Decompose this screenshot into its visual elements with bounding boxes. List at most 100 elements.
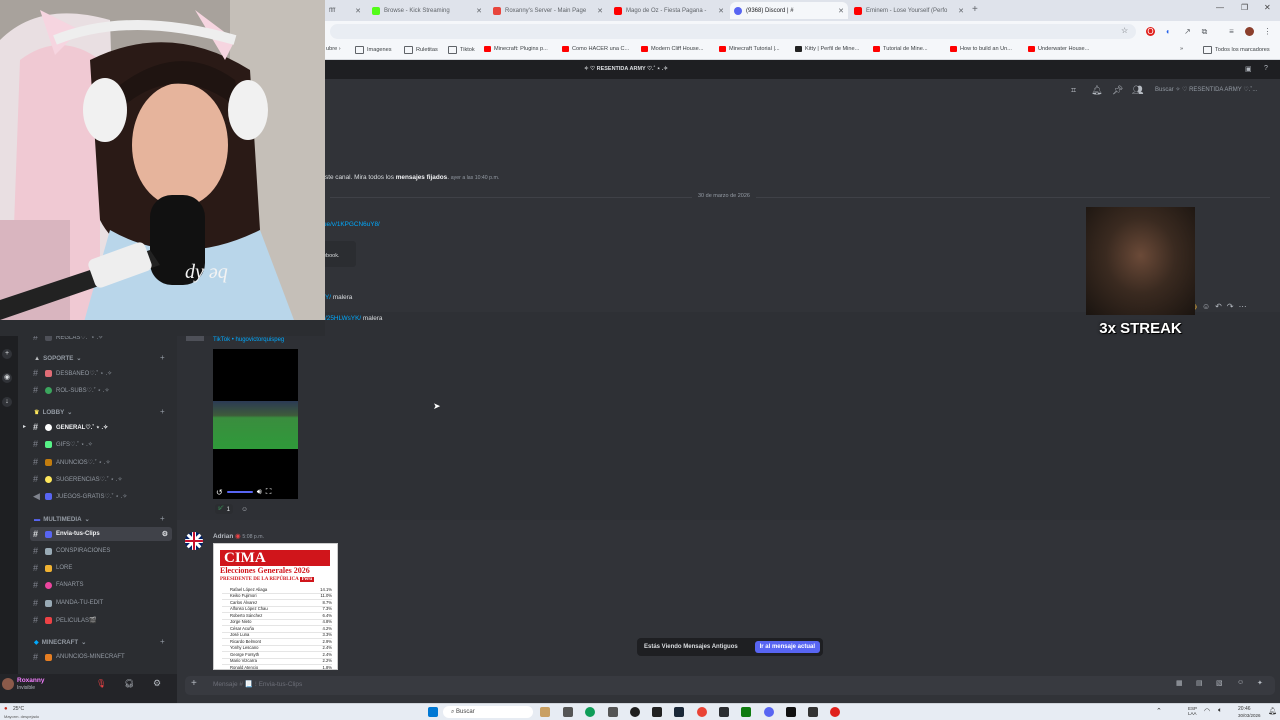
capcut-icon[interactable] (652, 707, 662, 717)
clock-date[interactable]: 30/03/2026 (1238, 713, 1261, 718)
notifications-icon[interactable]: 🔔︎ (1268, 707, 1277, 715)
profile-avatar[interactable] (1245, 27, 1254, 36)
minimize-icon[interactable]: — (1216, 3, 1224, 12)
forward-icon[interactable]: ↷ (1227, 302, 1234, 315)
capcut-icon[interactable] (786, 707, 796, 717)
help-icon[interactable]: ? (1264, 65, 1268, 72)
app-icon[interactable] (808, 707, 818, 717)
obs-icon[interactable] (630, 707, 640, 717)
add-channel-icon[interactable]: + (160, 637, 165, 646)
threads-icon[interactable]: ⌗ (1071, 85, 1076, 96)
pin-icon[interactable]: 📌︎ (1112, 85, 1123, 96)
close-icon[interactable]: ✕ (476, 7, 482, 15)
tab-roxanny-server[interactable]: Roxanny's Server - Main Page ✕ (489, 2, 607, 19)
reaction-pill[interactable]: ✅︎ 1 (215, 504, 234, 514)
message-composer[interactable] (185, 676, 1275, 695)
audio-extension-icon[interactable]: ◖ (1163, 27, 1172, 36)
channel-rol-subs[interactable]: # ROL-SUBS♡.˚ ⋆ .✧ (30, 383, 172, 397)
extensions-icon[interactable]: ⧉ (1200, 27, 1209, 36)
gif-icon[interactable]: ▤ (1196, 679, 1203, 687)
tab-youtube-eminem[interactable]: Eminem - Lose Yourself (Perfo ✕ (850, 2, 968, 19)
mic-muted-icon[interactable]: 🎙︎ (96, 679, 106, 688)
add-reaction-icon[interactable]: ☺ (1202, 302, 1210, 315)
channel-general[interactable]: # GENERAL♡.˚ ⋆ .✧ (30, 420, 172, 434)
bookmark-folder[interactable]: Imagenes (355, 46, 392, 54)
inbox-icon[interactable]: ▣ (1245, 65, 1252, 73)
bookmarks-overflow-icon[interactable]: » (1180, 46, 1183, 52)
invite-settings-icon[interactable]: ⚙ (162, 530, 168, 538)
bookmark-youtube[interactable]: Underwater House... (1028, 46, 1089, 52)
browser-menu-icon[interactable]: ⋮ (1263, 27, 1272, 36)
category-soporte[interactable]: ▲ SOPORTE ⌄ (34, 355, 82, 362)
hovered-message[interactable] (177, 312, 1280, 520)
user-settings-icon[interactable]: ⚙ (153, 678, 161, 689)
category-minecraft[interactable]: ◆ MINECRAFT ⌄ (34, 639, 86, 646)
tray-overflow-icon[interactable]: ⌃ (1156, 707, 1162, 715)
all-bookmarks[interactable]: Todos los marcadores (1203, 46, 1270, 54)
bookmark-youtube[interactable]: Tutorial de Mine... (873, 46, 928, 52)
download-apps-icon[interactable]: ↓ (2, 397, 12, 407)
weather-icon[interactable]: ● (4, 706, 8, 712)
tab-discord[interactable]: (9368) Discord | # ✕ (730, 2, 848, 19)
bookmark-youtube[interactable]: Como HACER una C... (562, 46, 629, 52)
channel-desbaneo[interactable]: # DESBANEO♡.˚ ⋆ .✧ (30, 366, 172, 380)
add-channel-icon[interactable]: + (160, 353, 165, 362)
downloads-icon[interactable]: ≡ (1227, 27, 1236, 36)
channel-fanarts[interactable]: # FANARTS (30, 578, 172, 592)
window-close-icon[interactable]: ✕ (1264, 3, 1271, 12)
opera-icon[interactable] (830, 707, 840, 717)
discover-icon[interactable]: ◉ (2, 373, 12, 383)
category-lobby[interactable]: ♛ LOBBY ⌄ (34, 409, 72, 416)
apps-icon[interactable]: ✦ (1257, 679, 1263, 687)
xbox-icon[interactable] (741, 707, 751, 717)
bookmark-youtube[interactable]: Modern Cliff House... (641, 46, 703, 52)
channel-anuncios-minecraft[interactable]: # ANUNCIOS-MINECRAFT (30, 650, 172, 664)
reply-icon[interactable]: ↶ (1215, 302, 1222, 315)
add-channel-icon[interactable]: + (160, 407, 165, 416)
new-tab-button[interactable]: + (972, 4, 978, 15)
close-icon[interactable]: ✕ (718, 7, 724, 15)
username[interactable]: Adrian (213, 533, 233, 540)
add-channel-icon[interactable]: + (160, 514, 165, 523)
bookmark-namemc[interactable]: Kitty | Perfil de Mine... (795, 46, 859, 52)
channel-lore[interactable]: # LORE (30, 561, 172, 575)
channel-manda-tu-edit[interactable]: # MANDA-TU-EDIT (30, 596, 172, 610)
widgets-icon[interactable] (540, 707, 550, 717)
tiktok-embed-label[interactable]: TikTok • hugovictorquispeg (213, 337, 284, 343)
steam-icon[interactable] (674, 707, 684, 717)
channel-envia-tus-clips[interactable]: # Envia-tus-Clips ⚙ (30, 527, 172, 541)
opera-icon[interactable]: O (1146, 27, 1155, 36)
volume-slider[interactable] (226, 491, 253, 493)
notification-bell-icon[interactable]: 🔔︎ (1091, 85, 1102, 96)
category-multimedia[interactable]: ▬ MULTIMEDIA ⌄ (34, 516, 90, 523)
bookmark-star-icon[interactable]: ☆ (1121, 26, 1128, 35)
close-icon[interactable]: ✕ (355, 7, 361, 15)
tab-discord-partial[interactable]: ffff ✕ (325, 2, 365, 19)
omnibox[interactable] (330, 24, 1136, 39)
edge-icon[interactable] (585, 707, 595, 717)
channel-peliculas[interactable]: # PELICULAS🎬 (30, 613, 172, 627)
app-icon[interactable] (608, 707, 618, 717)
bookmark-folder[interactable]: Ruletitas (404, 46, 438, 54)
close-icon[interactable]: ✕ (597, 7, 603, 15)
gift-icon[interactable]: ▦ (1176, 679, 1183, 687)
avatar[interactable] (185, 532, 203, 550)
chrome-icon[interactable] (697, 707, 707, 717)
add-server-icon[interactable]: + (2, 349, 12, 359)
wifi-icon[interactable]: ◠ (1204, 707, 1210, 715)
channel-anuncios[interactable]: # ANUNCIOS♡.˚ ⋆ .✧ (30, 455, 172, 469)
bookmark-youtube[interactable]: Minecraft: Plugins p... (484, 46, 548, 52)
bookmark-folder[interactable]: Tiktok (448, 46, 475, 54)
add-reaction-icon[interactable]: ☺ (241, 506, 248, 513)
close-icon[interactable]: ✕ (958, 7, 964, 15)
user-name[interactable]: Roxanny (17, 677, 44, 684)
channel-juegos-gratis[interactable]: ◀ JUEGOS-GRATIS♡.˚ ⋆ .✧ (30, 489, 172, 503)
channel-conspiraciones[interactable]: # CONSPIRACIONES (30, 544, 172, 558)
headphones-icon[interactable]: 🎧︎ (124, 679, 134, 688)
channel-sugerencias[interactable]: # SUGERENCIAS♡.˚ ⋆ .✧ (30, 472, 172, 486)
clock-time[interactable]: 20:46 (1238, 706, 1251, 712)
language-indicator[interactable]: ESP LAA (1188, 706, 1202, 716)
taskbar-search-box[interactable]: ⌕ Buscar (443, 706, 533, 718)
pinned-messages-link[interactable]: mensajes fijados (396, 174, 448, 181)
mouse-extension-icon[interactable]: ↗ (1183, 27, 1192, 36)
